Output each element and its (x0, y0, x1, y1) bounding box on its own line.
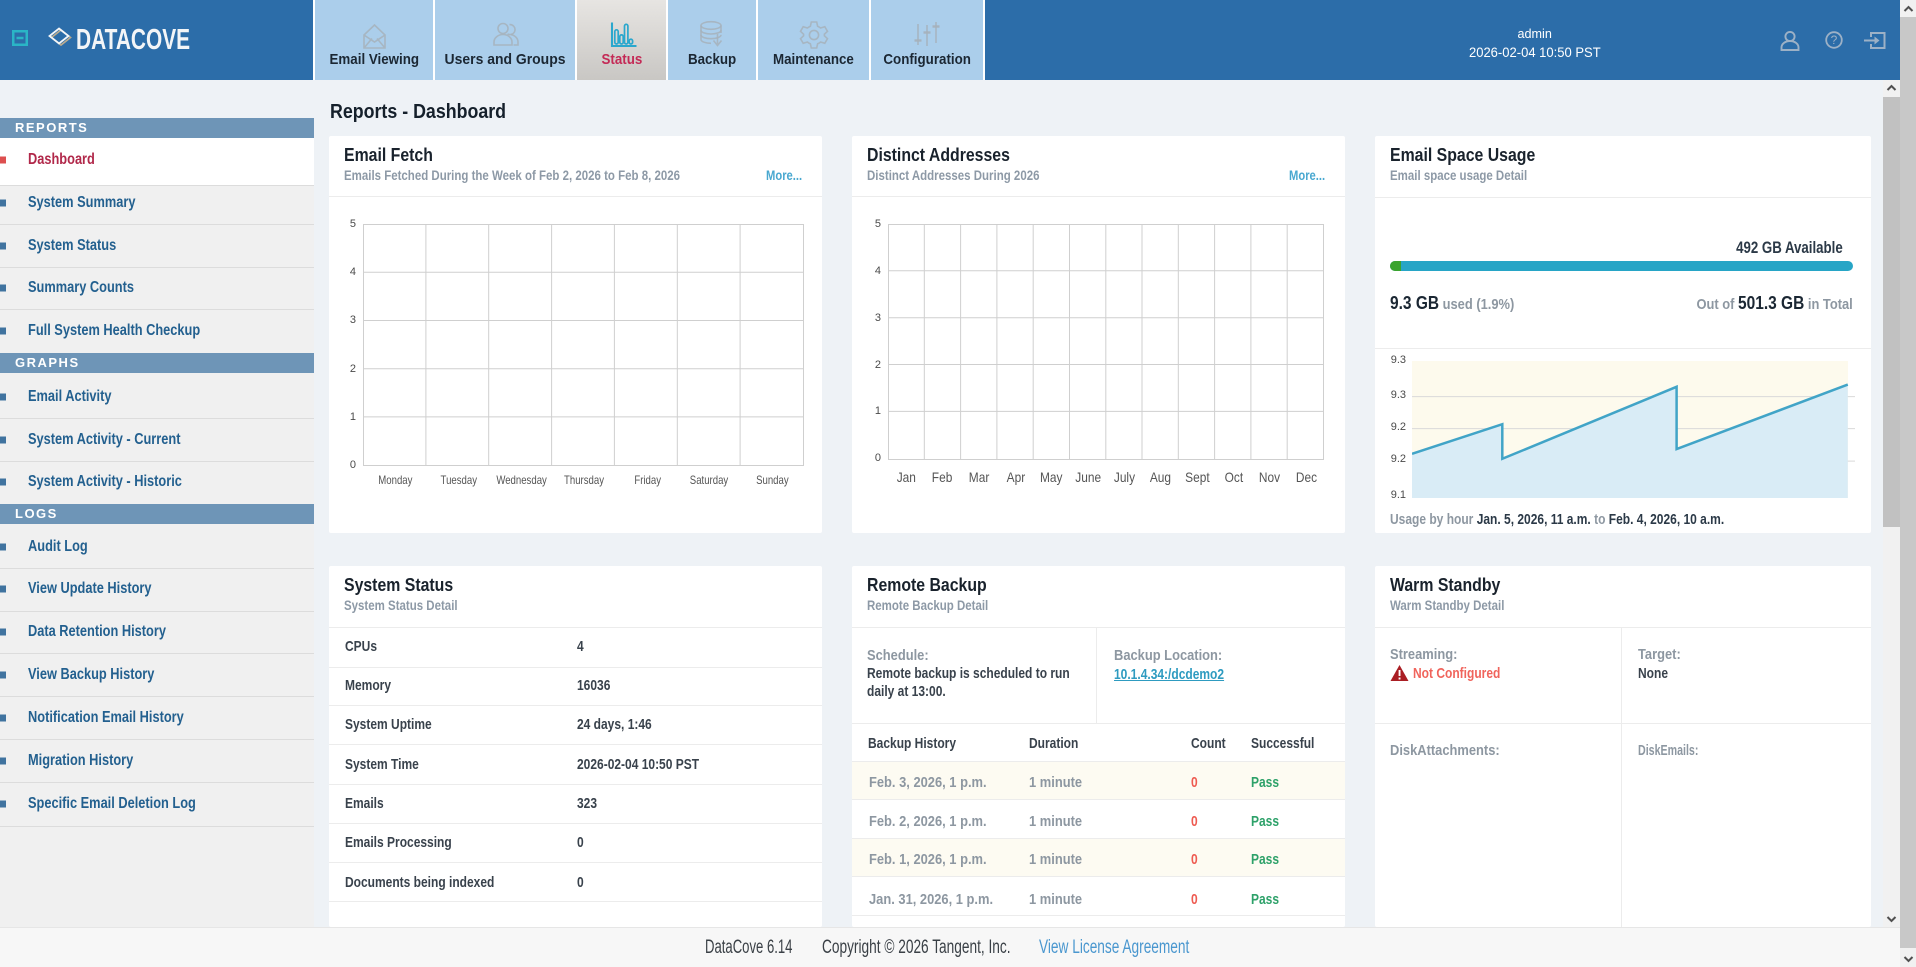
svg-text:?: ? (1831, 33, 1838, 47)
